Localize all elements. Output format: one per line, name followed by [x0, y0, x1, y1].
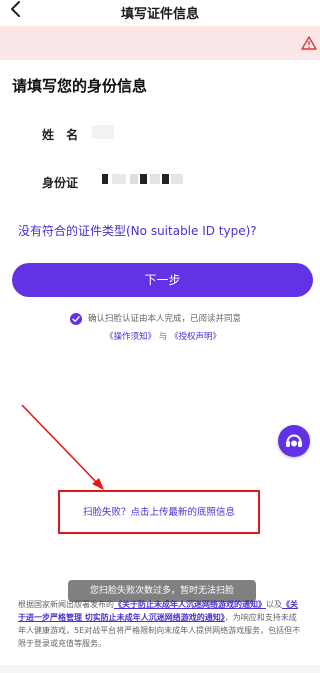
consent-checkbox[interactable] [70, 313, 82, 325]
masked-char [130, 174, 138, 184]
no-suitable-id-link[interactable]: 没有符合的证件类型(No suitable ID type)? [18, 222, 257, 239]
page-title: 填写证件信息 [120, 7, 199, 22]
minor-protection-notice: 根据国家新闻出版署发布的《关于防止未成年人沉迷网络游戏的通知》以及《关于进一步严… [18, 598, 303, 650]
headset-icon [286, 434, 302, 447]
consent-and: 与 [158, 332, 168, 342]
masked-char [102, 174, 108, 184]
customer-service-button[interactable] [278, 425, 310, 457]
error-toast: 您扫脸失败次数过多，暂时无法扫脸 [68, 580, 256, 602]
notice-text: 以及 [266, 600, 282, 609]
warning-banner [0, 26, 320, 60]
id-card-field[interactable] [100, 171, 186, 189]
check-icon [72, 316, 80, 322]
consent-links: 《操作须知》 与 《授权声明》 [105, 330, 221, 342]
name-field[interactable] [92, 125, 114, 139]
section-title: 请填写您的身份信息 [12, 77, 148, 95]
warning-triangle-icon [301, 35, 317, 50]
name-label: 姓 名 [42, 128, 83, 142]
authorization-statement-link[interactable]: 《授权声明》 [170, 332, 221, 342]
bottom-safe-area [0, 665, 320, 673]
id-card-label: 身份证 [42, 176, 79, 190]
masked-char [140, 174, 147, 184]
operation-notice-link[interactable]: 《操作须知》 [105, 332, 156, 342]
masked-char [162, 174, 169, 184]
masked-char [150, 174, 160, 184]
upload-photo-link[interactable]: 扫脸失败？点击上传最新的底照信息 [58, 504, 260, 518]
consent-text: 确认扫脸认证由本人完成，已阅读并同意 [88, 314, 242, 324]
next-step-button[interactable]: 下一步 [12, 263, 313, 297]
masked-char [171, 174, 183, 184]
masked-char [112, 174, 126, 184]
